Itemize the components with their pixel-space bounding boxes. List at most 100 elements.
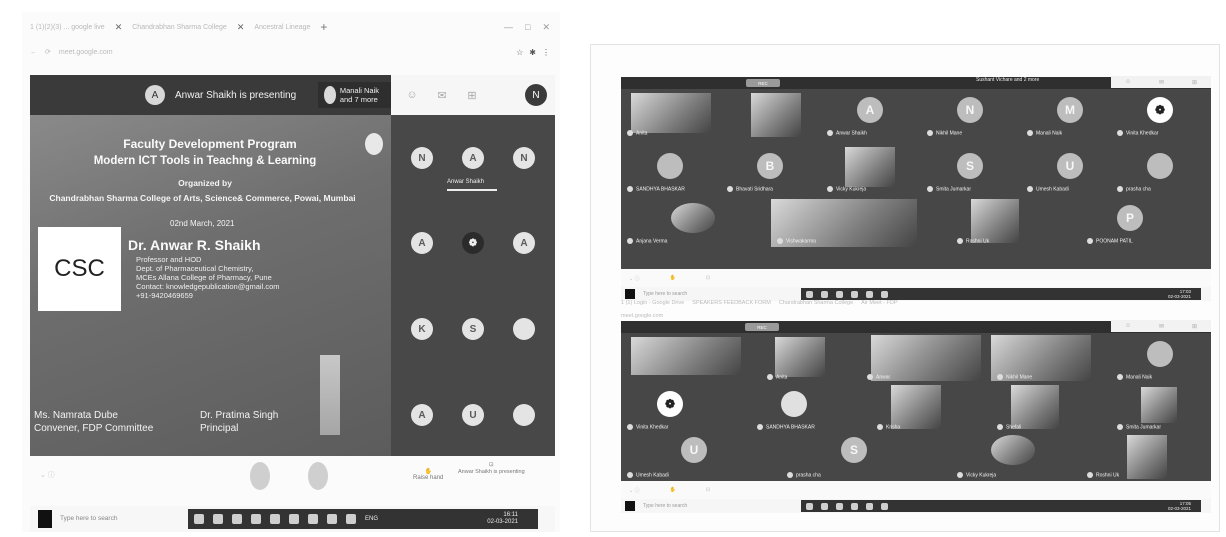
app-icon[interactable] xyxy=(836,502,843,510)
close-icon[interactable]: ✕ xyxy=(237,22,245,33)
people-icon[interactable]: ☺ xyxy=(1125,79,1131,85)
windows-start-icon[interactable] xyxy=(38,510,52,528)
app-icon[interactable] xyxy=(851,502,858,510)
participant-tile[interactable]: Smita Jumarkar xyxy=(1111,385,1211,433)
participant-tile[interactable]: Roshni Uk xyxy=(951,199,1051,247)
app-icon[interactable] xyxy=(213,514,223,524)
app-icon[interactable] xyxy=(194,514,204,524)
menu-icon[interactable]: ⋮ xyxy=(542,48,550,57)
app-icon[interactable] xyxy=(866,502,873,510)
meeting-details-icon[interactable]: ⌄ ⓘ xyxy=(40,470,55,480)
participant-tile[interactable]: Krisha xyxy=(871,385,971,433)
participants-chip-label[interactable]: Sushant Vichare and 2 more xyxy=(976,77,1039,83)
extension-icon[interactable]: ✱ xyxy=(529,48,536,57)
raise-hand-icon[interactable]: ✋ xyxy=(670,487,676,493)
participant-tile[interactable]: A Anwar Shaikh xyxy=(821,91,921,139)
new-tab-icon[interactable]: + xyxy=(320,20,327,34)
browser-tab[interactable]: Chandrabhan Sharma College xyxy=(132,24,227,31)
people-icon[interactable]: ☺ xyxy=(1125,323,1131,329)
participant-tile[interactable]: A xyxy=(411,232,433,254)
activities-icon[interactable]: ⊞ xyxy=(463,86,481,104)
participant-tile[interactable]: Nikhil Mane xyxy=(991,335,1101,383)
windows-start-icon[interactable] xyxy=(625,501,635,511)
app-icon[interactable] xyxy=(821,502,828,510)
participant-tile[interactable]: S xyxy=(462,318,484,340)
taskbar-search[interactable]: Type here to search xyxy=(60,515,117,522)
address-bar[interactable]: ← ⟳ meet.google.com ☆ ✱ ⋮ xyxy=(30,44,550,60)
user-avatar[interactable]: N xyxy=(525,84,547,106)
meeting-details-icon[interactable]: ⌄ ⓘ xyxy=(629,275,640,282)
participant-tile[interactable]: prasha cha xyxy=(1111,147,1211,195)
raise-hand-button[interactable]: ✋ Raise hand xyxy=(413,468,443,481)
participant-tile[interactable]: Anwar xyxy=(861,335,981,383)
app-icon[interactable] xyxy=(251,514,261,524)
star-icon[interactable]: ☆ xyxy=(516,48,523,57)
participant-tile[interactable]: N Nikhil Mane xyxy=(921,91,1021,139)
app-icon[interactable] xyxy=(881,502,888,510)
app-icon[interactable] xyxy=(806,502,813,510)
browser-tab[interactable]: 1 (1) Login - Google Drive xyxy=(621,300,684,306)
participant-tile[interactable]: U Umesh Kabadi xyxy=(621,433,721,481)
app-icon[interactable] xyxy=(308,514,318,524)
browser-tab[interactable]: Chandrabhan Sharma College xyxy=(779,300,853,306)
participant-tile[interactable]: N xyxy=(411,147,433,169)
participant-tile[interactable] xyxy=(621,335,751,383)
taskbar-search[interactable]: Type here to search xyxy=(643,503,687,509)
browser-tab[interactable]: SPEAKERS FEEDBACK FORM xyxy=(692,300,771,306)
present-icon[interactable]: ⊡ xyxy=(706,487,710,493)
participant-tile[interactable]: Anjana Verma xyxy=(621,199,721,247)
participant-tile[interactable]: A xyxy=(411,404,433,426)
participant-tile[interactable]: M Manali Naik xyxy=(1021,91,1121,139)
present-now-button[interactable]: ⊡ Anwar Shaikh is presenting xyxy=(458,462,525,476)
browser-tab[interactable]: 1 (1)(2)(3) ... google live xyxy=(30,24,105,31)
maximize-icon[interactable]: □ xyxy=(525,22,530,33)
participant-tile[interactable]: U Umesh Kabadi xyxy=(1021,147,1121,195)
raise-hand-icon[interactable]: ✋ xyxy=(670,275,676,281)
participants-chip[interactable]: Manali Naik and 7 more xyxy=(318,82,392,108)
participant-tile[interactable]: Anita xyxy=(621,91,721,139)
browser-tab[interactable]: Ancestral Lineage xyxy=(254,24,310,31)
taskbar-clock[interactable]: 16:11 02-03-2021 xyxy=(487,512,518,526)
participant-tile[interactable]: Anita xyxy=(761,335,861,383)
people-icon[interactable]: ☺ xyxy=(403,86,421,104)
participant-tile[interactable]: N xyxy=(513,147,535,169)
app-icon[interactable] xyxy=(232,514,242,524)
meeting-details-icon[interactable]: ⌄ ⓘ xyxy=(629,487,640,494)
mic-button[interactable] xyxy=(250,462,270,490)
participant-tile[interactable]: Vicky Kukreja xyxy=(951,433,1051,481)
activities-icon[interactable]: ⊞ xyxy=(1192,323,1197,330)
close-window-icon[interactable]: ✕ xyxy=(542,22,550,33)
activities-icon[interactable]: ⊞ xyxy=(1192,79,1197,86)
back-icon[interactable]: ← xyxy=(30,49,37,56)
participant-tile[interactable]: A xyxy=(462,147,484,169)
present-icon[interactable]: ⊡ xyxy=(706,275,710,281)
participant-tile[interactable]: B Bhavati Sridhara xyxy=(721,147,821,195)
participant-tile[interactable]: K xyxy=(411,318,433,340)
participant-tile[interactable]: P POONAM PATIL xyxy=(1081,199,1181,247)
taskbar-clock[interactable]: 17:05 02-03-2021 xyxy=(1168,501,1191,511)
participant-tile[interactable]: Shefali xyxy=(991,385,1091,433)
participant-tile[interactable] xyxy=(513,404,535,426)
browser-tab[interactable]: Air Meet - FDP xyxy=(861,300,897,306)
app-icon[interactable] xyxy=(289,514,299,524)
participant-tile[interactable]: Manali Naik xyxy=(1111,335,1211,383)
participant-tile[interactable]: ❁ Vinita Khedkar xyxy=(621,385,721,433)
participant-tile[interactable]: Roshni Uk xyxy=(1081,433,1181,481)
reload-icon[interactable]: ⟳ xyxy=(45,48,51,56)
participant-tile[interactable]: SANDHYA BHASKAR xyxy=(621,147,721,195)
app-icon[interactable] xyxy=(327,514,337,524)
participant-tile[interactable] xyxy=(513,318,535,340)
url-text[interactable]: meet.google.com xyxy=(59,49,113,56)
participant-tile[interactable]: SANDHYA BHASKAR xyxy=(751,385,851,433)
participant-tile[interactable]: U xyxy=(462,404,484,426)
participant-tile[interactable]: S Smita Jumarkar xyxy=(921,147,1021,195)
language-indicator[interactable]: ENG xyxy=(365,516,378,522)
minimize-icon[interactable]: — xyxy=(504,22,513,33)
participant-tile[interactable]: Vicky Kukreja xyxy=(821,147,921,195)
app-icon[interactable] xyxy=(270,514,280,524)
close-icon[interactable]: ✕ xyxy=(115,22,123,33)
participant-tile[interactable]: A xyxy=(513,232,535,254)
participant-tile[interactable]: ❁ Vinita Khedkar xyxy=(1111,91,1211,139)
camera-button[interactable] xyxy=(308,462,328,490)
chat-icon[interactable]: ✉ xyxy=(1159,79,1164,86)
